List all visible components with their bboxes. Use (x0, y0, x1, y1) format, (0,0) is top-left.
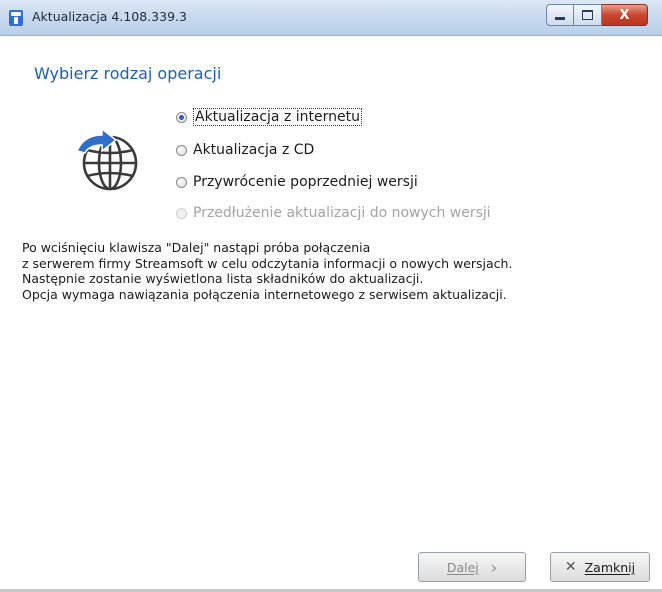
option-extend-updates-label: Przedłużenie aktualizacji do nowych wers… (193, 205, 491, 221)
globe-refresh-icon (75, 129, 138, 191)
minimize-icon (555, 16, 565, 20)
info-line: z serwerem firmy Streamsoft w celu odczy… (22, 255, 513, 271)
close-x-icon: ✕ (564, 559, 577, 575)
option-cd-update-label: Aktualizacja z CD (193, 142, 315, 158)
radio-cd-update[interactable] (176, 144, 187, 156)
title-bar[interactable]: Aktualizacja 4.108.339.3 X (0, 0, 662, 36)
next-button[interactable]: Dalej › (418, 552, 526, 582)
next-button-label: Dalej (446, 559, 479, 575)
option-internet-update-label: Aktualizacja z internetu (193, 108, 362, 126)
option-cd-update[interactable]: Aktualizacja z CD (176, 142, 314, 158)
radio-extend-updates (176, 207, 187, 219)
page-heading: Wybierz rodzaj operacji (34, 64, 222, 83)
app-icon (9, 10, 23, 26)
radio-internet-update[interactable] (176, 111, 187, 123)
option-extend-updates: Przedłużenie aktualizacji do nowych wers… (176, 205, 491, 221)
option-restore-previous[interactable]: Przywrócenie poprzedniej wersji (176, 174, 418, 190)
info-line: Po wciśnięciu klawisza "Dalej" nastąpi p… (22, 240, 371, 255)
info-line: Opcja wymaga nawiązania połączenia inter… (22, 286, 507, 302)
minimize-button[interactable] (546, 4, 574, 26)
close-window-button[interactable]: X (602, 4, 648, 26)
option-internet-update[interactable]: Aktualizacja z internetu (176, 108, 362, 126)
info-text: Po wciśnięciu klawisza "Dalej" nastąpi p… (22, 240, 512, 302)
chevron-right-icon: › (490, 557, 498, 577)
update-dialog: Aktualizacja 4.108.339.3 X Wybierz rodza… (0, 0, 662, 592)
window-controls: X (546, 4, 648, 28)
info-line: Następnie zostanie wyświetlona lista skł… (22, 271, 424, 286)
close-button-label: Zamknij (584, 559, 636, 575)
option-restore-previous-label: Przywrócenie poprzedniej wersji (193, 174, 418, 190)
radio-restore-previous[interactable] (176, 176, 187, 188)
window-title: Aktualizacja 4.108.339.3 (32, 9, 187, 24)
close-button[interactable]: ✕ Zamknij (550, 552, 650, 582)
maximize-button[interactable] (574, 4, 602, 26)
maximize-icon (582, 10, 593, 20)
close-icon: X (619, 7, 630, 23)
